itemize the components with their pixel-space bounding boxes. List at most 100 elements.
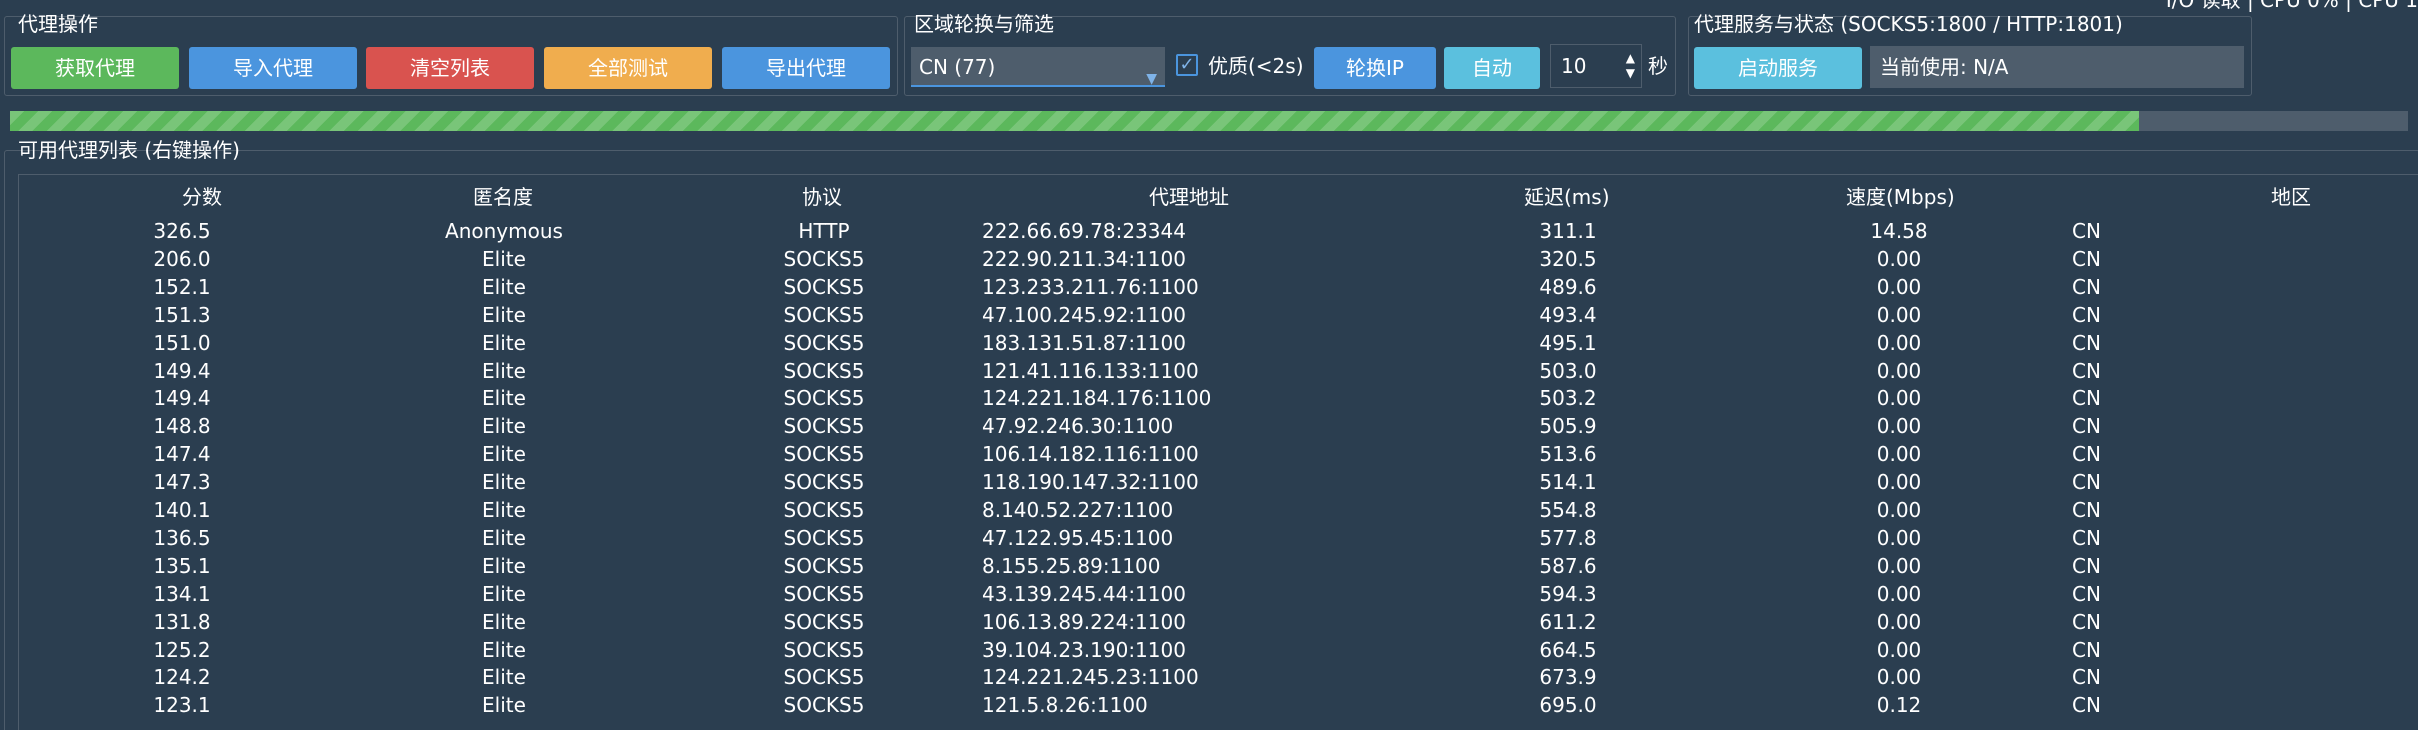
- table-row[interactable]: 140.1 Elite SOCKS5 8.140.52.227:1100 554.8 0.…: [19, 496, 2418, 524]
- region-title: 区域轮换与筛选: [914, 12, 1054, 36]
- cell-region: CN: [2072, 442, 2101, 467]
- column-header-score[interactable]: 分数: [182, 183, 222, 211]
- cell-address: 8.155.25.89:1100: [982, 553, 1161, 578]
- cell-speed: 0.00: [1876, 414, 1922, 439]
- import-proxy-button[interactable]: 导入代理: [189, 47, 357, 89]
- cell-anonymity: Elite: [482, 553, 526, 578]
- table-row[interactable]: 149.4 Elite SOCKS5 124.221.184.176:1100 503.…: [19, 384, 2418, 412]
- table-row[interactable]: 123.1 Elite SOCKS5 121.5.8.26:1100 695.0 0.12…: [19, 691, 2418, 719]
- table-row[interactable]: 147.4 Elite SOCKS5 106.14.182.116:1100 513.6…: [19, 440, 2418, 468]
- cell-address: 47.92.246.30:1100: [982, 414, 1174, 439]
- cell-score: 123.1: [153, 693, 211, 718]
- cell-address: 121.5.8.26:1100: [982, 693, 1148, 718]
- fetch-proxy-button[interactable]: 获取代理: [11, 47, 179, 89]
- cell-address: 124.221.245.23:1100: [982, 665, 1199, 690]
- cell-region: CN: [2072, 470, 2101, 495]
- cell-address: 106.14.182.116:1100: [982, 442, 1199, 467]
- table-row[interactable]: 152.1 Elite SOCKS5 123.233.211.76:1100 489.6…: [19, 273, 2418, 301]
- cell-speed: 0.00: [1876, 665, 1922, 690]
- cell-speed: 0.00: [1876, 274, 1922, 299]
- cell-region: CN: [2072, 330, 2101, 355]
- cell-anonymity: Elite: [482, 470, 526, 495]
- cell-protocol: SOCKS5: [783, 637, 865, 662]
- cell-latency: 513.6: [1539, 442, 1597, 467]
- service-title: 代理服务与状态 (SOCKS5:1800 / HTTP:1801): [1694, 12, 2123, 36]
- cell-address: 47.122.95.45:1100: [982, 525, 1174, 550]
- table-row[interactable]: 131.8 Elite SOCKS5 106.13.89.224:1100 611.2 0…: [19, 608, 2418, 636]
- cell-address: 118.190.147.32:1100: [982, 470, 1199, 495]
- table-row[interactable]: 206.0 Elite SOCKS5 222.90.211.34:1100 320.5 0…: [19, 245, 2418, 273]
- cell-protocol: SOCKS5: [783, 442, 865, 467]
- start-service-button[interactable]: 启动服务: [1694, 47, 1862, 89]
- cell-region: CN: [2072, 525, 2101, 550]
- cell-speed: 0.00: [1876, 330, 1922, 355]
- cell-region: CN: [2072, 358, 2101, 383]
- cell-anonymity: Elite: [482, 442, 526, 467]
- column-header-region[interactable]: 地区: [2271, 183, 2311, 211]
- table-row[interactable]: 136.5 Elite SOCKS5 47.122.95.45:1100 577.8 0.…: [19, 524, 2418, 552]
- test-all-button[interactable]: 全部测试: [544, 47, 712, 89]
- cell-latency: 587.6: [1539, 553, 1597, 578]
- column-header-latency[interactable]: 延迟(ms): [1524, 183, 1610, 211]
- cell-latency: 594.3: [1539, 581, 1597, 606]
- table-row[interactable]: 148.8 Elite SOCKS5 47.92.246.30:1100 505.9 0.…: [19, 412, 2418, 440]
- cell-speed: 14.58: [1870, 219, 1928, 243]
- top-status-partial: I/O 读取 | CPU 0% | CPU 1: [2165, 0, 2418, 12]
- region-select-value: CN (77): [919, 55, 996, 79]
- region-select[interactable]: CN (77) ▼: [911, 47, 1165, 87]
- export-proxy-button[interactable]: 导出代理: [722, 47, 890, 89]
- clear-list-button[interactable]: 清空列表: [366, 47, 534, 89]
- cell-region: CN: [2072, 498, 2101, 522]
- auto-rotate-button[interactable]: 自动: [1444, 47, 1540, 89]
- table-row[interactable]: 151.3 Elite SOCKS5 47.100.245.92:1100 493.4 0…: [19, 301, 2418, 329]
- cell-speed: 0.00: [1876, 553, 1922, 578]
- rotate-ip-button[interactable]: 轮换IP: [1314, 47, 1436, 89]
- cell-speed: 0.00: [1876, 525, 1922, 550]
- cell-speed: 0.00: [1876, 637, 1922, 662]
- table-row[interactable]: 125.2 Elite SOCKS5 39.104.23.190:1100 664.5 0…: [19, 636, 2418, 664]
- proxy-table[interactable]: 分数 匿名度 协议 代理地址 延迟(ms) 速度(Mbps) 地区 326.5 A…: [18, 174, 2418, 730]
- cell-speed: 0.00: [1876, 358, 1922, 383]
- cell-anonymity: Elite: [482, 498, 526, 522]
- cell-address: 39.104.23.190:1100: [982, 637, 1186, 662]
- table-row[interactable]: 124.2 Elite SOCKS5 124.221.245.23:1100 673.9…: [19, 663, 2418, 691]
- cell-anonymity: Elite: [482, 330, 526, 355]
- table-row[interactable]: 326.5 Anonymous HTTP 222.66.69.78:23344 311.…: [19, 217, 2418, 245]
- interval-spinbox[interactable]: 10 ▲ ▼: [1550, 44, 1642, 88]
- table-row[interactable]: 134.1 Elite SOCKS5 43.139.245.44:1100 594.3 0…: [19, 580, 2418, 608]
- cell-anonymity: Elite: [482, 358, 526, 383]
- cell-score: 124.2: [153, 665, 211, 690]
- table-row[interactable]: 149.4 Elite SOCKS5 121.41.116.133:1100 503.0…: [19, 357, 2418, 385]
- cell-latency: 577.8: [1539, 525, 1597, 550]
- cell-address: 47.100.245.92:1100: [982, 302, 1186, 327]
- spin-up-icon[interactable]: ▲: [1626, 52, 1635, 64]
- cell-score: 206.0: [153, 246, 211, 271]
- proxy-table-title: 可用代理列表 (右键操作): [18, 138, 240, 162]
- cell-anonymity: Elite: [482, 302, 526, 327]
- table-row[interactable]: 135.1 Elite SOCKS5 8.155.25.89:1100 587.6 0.0…: [19, 552, 2418, 580]
- column-header-speed[interactable]: 速度(Mbps): [1846, 183, 1955, 211]
- cell-score: 125.2: [153, 637, 211, 662]
- cell-score: 151.0: [153, 330, 211, 355]
- table-row[interactable]: 147.3 Elite SOCKS5 118.190.147.32:1100 514.1…: [19, 468, 2418, 496]
- cell-region: CN: [2072, 219, 2101, 243]
- cell-latency: 311.1: [1539, 219, 1597, 243]
- cell-latency: 495.1: [1539, 330, 1597, 355]
- cell-score: 147.3: [153, 470, 211, 495]
- cell-anonymity: Elite: [482, 581, 526, 606]
- cell-score: 149.4: [153, 386, 211, 411]
- cell-latency: 503.0: [1539, 358, 1597, 383]
- column-header-anonymity[interactable]: 匿名度: [473, 183, 533, 211]
- cell-speed: 0.00: [1876, 302, 1922, 327]
- table-row[interactable]: 151.0 Elite SOCKS5 183.131.51.87:1100 495.1 0…: [19, 329, 2418, 357]
- cell-anonymity: Elite: [482, 637, 526, 662]
- cell-protocol: SOCKS5: [783, 246, 865, 271]
- quality-checkbox[interactable]: ✓: [1176, 54, 1198, 76]
- spin-down-icon[interactable]: ▼: [1626, 67, 1635, 79]
- cell-anonymity: Elite: [482, 246, 526, 271]
- column-header-protocol[interactable]: 协议: [802, 183, 842, 211]
- cell-speed: 0.00: [1876, 498, 1922, 522]
- cell-speed: 0.00: [1876, 581, 1922, 606]
- cell-region: CN: [2072, 609, 2101, 634]
- column-header-address[interactable]: 代理地址: [1149, 183, 1229, 211]
